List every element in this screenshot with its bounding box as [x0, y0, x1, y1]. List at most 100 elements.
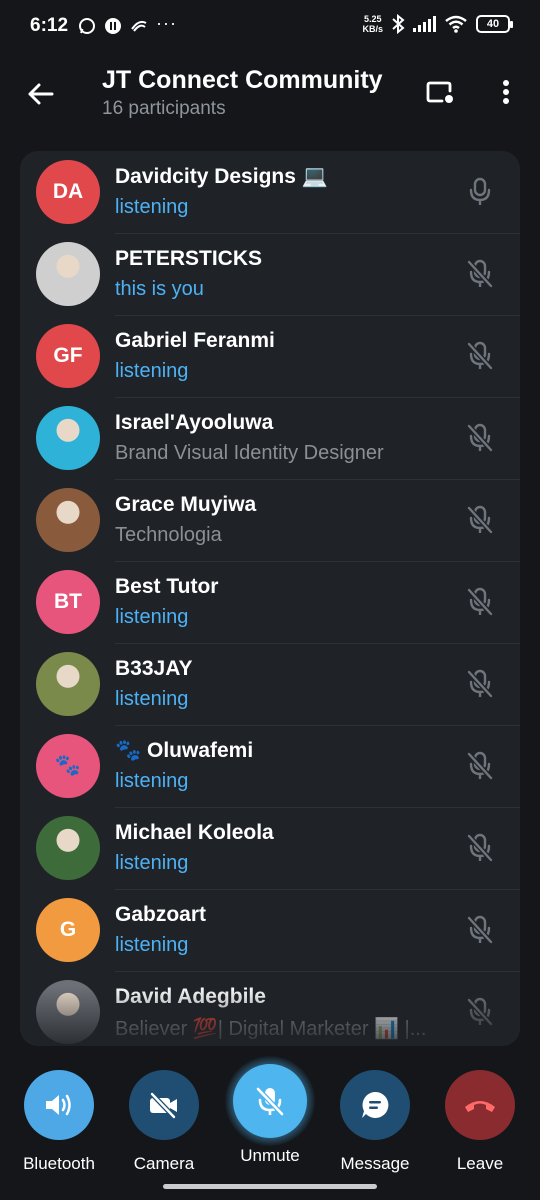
- mic-muted-icon[interactable]: [464, 832, 496, 864]
- participant-status: listening: [115, 606, 189, 628]
- participant-row[interactable]: 🐾 🐾 Oluwafemi listening: [20, 725, 520, 807]
- camera-label: Camera: [133, 1154, 195, 1173]
- wifi-icon: [445, 15, 467, 33]
- podcast-icon: [105, 18, 122, 34]
- participant-name: Gabriel Feranmi: [115, 329, 275, 352]
- participant-row[interactable]: Grace Muyiwa Technologia: [20, 479, 520, 561]
- network-speed: 5.25 KB/s: [362, 14, 383, 34]
- avatar: [36, 406, 100, 470]
- participant-name: 🐾 Oluwafemi: [115, 739, 254, 762]
- avatar: [36, 816, 100, 880]
- participant-row[interactable]: GF Gabriel Feranmi listening: [20, 315, 520, 397]
- avatar: G: [36, 898, 100, 962]
- clock: 6:12: [30, 15, 69, 36]
- hang-up-icon: [465, 1101, 495, 1112]
- speaker-icon: [46, 1094, 71, 1116]
- unmute-button[interactable]: [225, 1056, 315, 1146]
- avatar: [36, 652, 100, 716]
- participant-row[interactable]: Israel'Ayooluwa Brand Visual Identity De…: [20, 397, 520, 479]
- more-notifications-icon: ···: [156, 12, 178, 33]
- back-arrow-icon: [28, 83, 54, 105]
- participant-row[interactable]: BT Best Tutor listening: [20, 561, 520, 643]
- unmute-button-circle[interactable]: [233, 1064, 307, 1138]
- participant-name: Michael Koleola: [115, 821, 274, 844]
- leave-label: Leave: [456, 1154, 504, 1173]
- call-controls: Bluetooth Camera Unmute Message Leave: [0, 1048, 540, 1178]
- avatar: GF: [36, 324, 100, 388]
- participant-name: PETERSTICKS: [115, 247, 263, 270]
- unmute-label: Unmute: [240, 1146, 300, 1165]
- camera-button[interactable]: Camera: [109, 1070, 219, 1174]
- whatsapp-icon: [79, 18, 96, 34]
- bluetooth-icon: [392, 14, 405, 34]
- system-status: 5.25 KB/s 40: [362, 14, 513, 34]
- participant-status: listening: [115, 360, 189, 382]
- status-bar: 6:12 ··· 5.25 KB/s 40: [0, 0, 540, 52]
- camera-button-circle[interactable]: [129, 1070, 199, 1140]
- avatar: [36, 980, 100, 1044]
- participant-row[interactable]: Michael Koleola listening: [20, 807, 520, 889]
- bluetooth-button-circle[interactable]: [24, 1070, 94, 1140]
- avatar: [36, 488, 100, 552]
- more-vertical-icon: [503, 80, 509, 104]
- participants-list[interactable]: DA Davidcity Designs 💻 listening PETERST…: [20, 151, 520, 1046]
- participant-status: listening: [115, 852, 189, 874]
- participant-name: Gabzoart: [115, 903, 207, 926]
- participant-status: Believer 💯| Digital Marketer 📊 |...: [115, 1018, 427, 1040]
- unmute-label-wrap: Unmute: [215, 1146, 325, 1166]
- bluetooth-label: Bluetooth: [23, 1154, 95, 1173]
- mic-muted-icon[interactable]: [464, 914, 496, 946]
- participant-status: this is you: [115, 278, 204, 300]
- mic-muted-icon[interactable]: [464, 422, 496, 454]
- participant-status: Technologia: [115, 524, 222, 546]
- participant-name: David Adegbile: [115, 985, 266, 1008]
- mic-muted-icon[interactable]: [464, 996, 496, 1028]
- mic-muted-icon[interactable]: [464, 750, 496, 782]
- avatar: BT: [36, 570, 100, 634]
- participant-count: 16 participants: [102, 98, 226, 119]
- screen-share-button[interactable]: [420, 72, 460, 112]
- mic-muted-icon[interactable]: [464, 668, 496, 700]
- participant-status: listening: [115, 770, 189, 792]
- app-notification-icon: [131, 20, 147, 32]
- message-button[interactable]: Message: [320, 1070, 430, 1174]
- participant-name: B33JAY: [115, 657, 193, 680]
- participant-row[interactable]: PETERSTICKS this is you: [20, 233, 520, 315]
- mic-muted-icon[interactable]: [464, 258, 496, 290]
- participant-row[interactable]: G Gabzoart listening: [20, 889, 520, 971]
- participant-status: listening: [115, 688, 189, 710]
- avatar: [36, 242, 100, 306]
- avatar: DA: [36, 160, 100, 224]
- message-button-circle[interactable]: [340, 1070, 410, 1140]
- mic-muted-icon: [256, 1087, 284, 1116]
- battery-icon: 40: [476, 15, 513, 33]
- participant-status: Brand Visual Identity Designer: [115, 442, 384, 464]
- home-indicator[interactable]: [163, 1184, 377, 1189]
- avatar: 🐾: [36, 734, 100, 798]
- signal-icon: [413, 16, 436, 32]
- back-button[interactable]: [20, 74, 60, 114]
- mic-muted-icon[interactable]: [464, 504, 496, 536]
- message-label: Message: [340, 1154, 410, 1173]
- mic-icon[interactable]: [464, 176, 496, 208]
- mic-muted-icon[interactable]: [464, 340, 496, 372]
- participant-row[interactable]: B33JAY listening: [20, 643, 520, 725]
- bluetooth-button[interactable]: Bluetooth: [4, 1070, 114, 1174]
- screen-share-icon: [426, 81, 453, 103]
- camera-off-icon: [150, 1092, 177, 1119]
- notification-icons: ···: [78, 13, 177, 35]
- header: JT Connect Community 16 participants: [0, 52, 540, 132]
- page-title: JT Connect Community: [102, 66, 383, 94]
- mic-muted-icon[interactable]: [464, 586, 496, 618]
- participant-name: Best Tutor: [115, 575, 219, 598]
- more-options-button[interactable]: [486, 72, 526, 112]
- message-icon: [362, 1091, 389, 1118]
- participant-status: listening: [115, 934, 189, 956]
- participant-row[interactable]: DA Davidcity Designs 💻 listening: [20, 151, 520, 233]
- participant-name: Davidcity Designs 💻: [115, 165, 328, 188]
- leave-button-circle[interactable]: [445, 1070, 515, 1140]
- participant-name: Israel'Ayooluwa: [115, 411, 274, 434]
- leave-button[interactable]: Leave: [425, 1070, 535, 1174]
- participant-status: listening: [115, 196, 189, 218]
- participant-row[interactable]: David Adegbile Believer 💯| Digital Marke…: [20, 971, 520, 1046]
